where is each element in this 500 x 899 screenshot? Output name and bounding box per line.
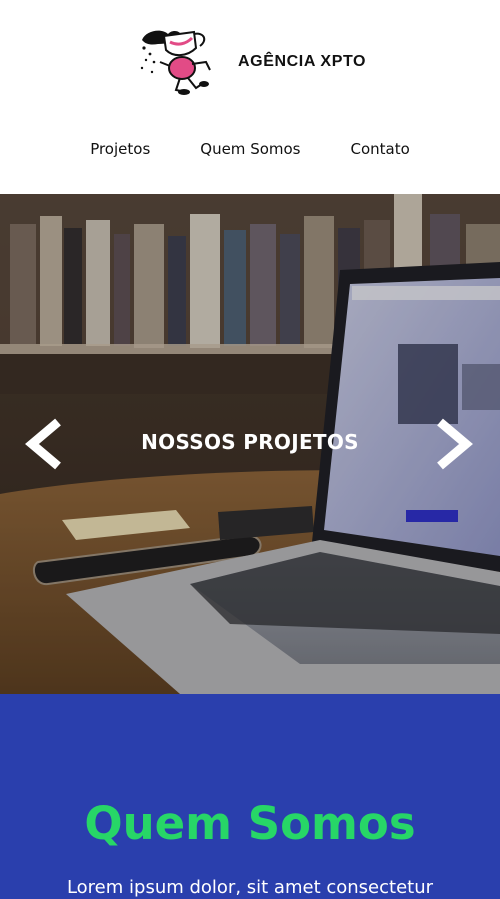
- about-title: Quem Somos: [84, 797, 416, 850]
- site-header: AGÊNCIA XPTO Projetos Quem Somos Contato: [0, 0, 500, 194]
- nav-item-contato[interactable]: Contato: [351, 140, 410, 158]
- hero-title: NOSSOS PROJETOS: [141, 430, 359, 454]
- logo-icon: [140, 30, 211, 95]
- nav-item-quem-somos[interactable]: Quem Somos: [200, 140, 300, 158]
- chevron-right-icon[interactable]: [434, 418, 474, 470]
- hero-carousel: NOSSOS PROJETOS: [0, 194, 500, 694]
- brand[interactable]: AGÊNCIA XPTO: [136, 26, 366, 98]
- brand-name: AGÊNCIA XPTO: [238, 53, 367, 70]
- about-text: Lorem ipsum dolor, sit amet consectetur: [66, 877, 434, 898]
- nav-item-projetos[interactable]: Projetos: [90, 140, 150, 158]
- main-nav: Projetos Quem Somos Contato: [0, 140, 500, 158]
- about-section: Quem Somos Lorem ipsum dolor, sit amet c…: [0, 694, 500, 899]
